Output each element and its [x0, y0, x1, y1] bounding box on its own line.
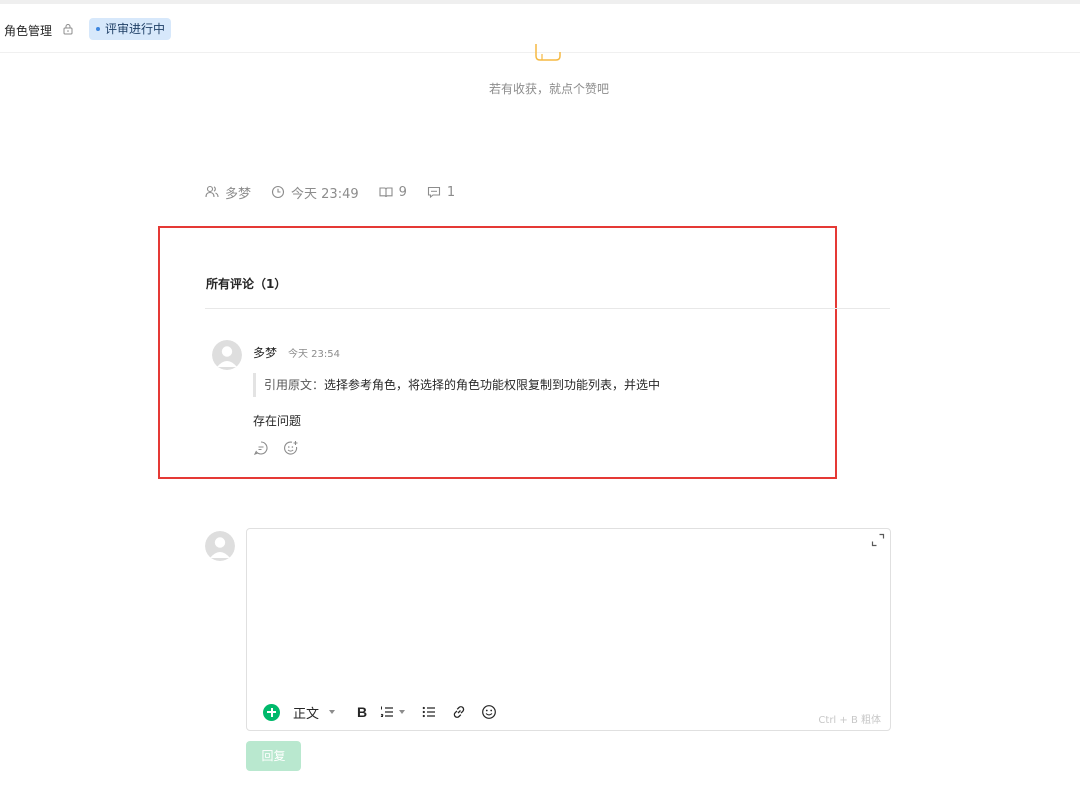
user-avatar-icon: [212, 340, 242, 370]
add-reaction-icon[interactable]: [283, 440, 299, 456]
current-user-avatar-icon: [205, 531, 235, 561]
emoji-icon[interactable]: [481, 704, 497, 720]
doc-meta: 多梦 今天 23:49 9 1: [205, 183, 475, 202]
chevron-down-icon[interactable]: [399, 710, 406, 714]
meta-author-name: 多梦: [225, 186, 252, 202]
quote-text: 选择参考角色，将选择的角色功能权限复制到功能列表，并选中: [324, 378, 661, 392]
quote-prefix: 引用原文：: [264, 378, 325, 392]
reply-icon[interactable]: [253, 440, 269, 456]
comments-divider: [205, 308, 890, 309]
book-icon: [379, 187, 393, 198]
like-tip: 若有收获，就点个赞吧: [488, 82, 609, 96]
expand-icon[interactable]: [871, 533, 885, 547]
comments-title: 所有评论（1）: [206, 277, 287, 291]
users-icon: [205, 185, 219, 198]
clock-icon: [271, 185, 285, 199]
avatar[interactable]: [212, 340, 242, 370]
chevron-down-icon[interactable]: [329, 710, 336, 714]
comment-quote[interactable]: 引用原文：选择参考角色，将选择的角色功能权限复制到功能列表，并选中: [253, 373, 660, 397]
status-badge: 评审进行中: [89, 18, 172, 40]
ordered-list-icon[interactable]: [379, 704, 395, 720]
reply-button[interactable]: 回复: [246, 741, 301, 771]
comment-time: 今天 23:54: [288, 349, 340, 360]
breadcrumb[interactable]: 角色管理: [4, 22, 52, 39]
meta-comments: 1: [427, 185, 455, 200]
comment-icon: [427, 186, 440, 199]
thumbs-up-icon[interactable]: [532, 44, 564, 62]
editor-toolbar: 正文 B: [263, 702, 497, 722]
comment-text: 存在问题: [253, 414, 302, 428]
meta-reads: 9: [379, 185, 407, 200]
comment-editor[interactable]: 正文 B Ctrl + B 粗体: [246, 528, 891, 731]
comment-author[interactable]: 多梦: [253, 344, 277, 361]
bullet-list-icon[interactable]: [421, 704, 437, 720]
link-icon[interactable]: [451, 704, 467, 720]
meta-comments-count: 1: [446, 184, 456, 200]
insert-plus-icon[interactable]: [263, 703, 280, 721]
meta-time: 今天 23:49: [271, 183, 359, 202]
avatar: [205, 531, 235, 561]
text-style-select[interactable]: 正文: [293, 703, 319, 722]
meta-author: 多梦: [205, 183, 251, 202]
comment-actions: [253, 440, 313, 456]
shortcut-hint: Ctrl + B 粗体: [818, 715, 881, 726]
lock-icon: [63, 24, 73, 35]
bold-button[interactable]: B: [357, 704, 367, 720]
meta-time-text: 今天 23:49: [291, 186, 359, 202]
meta-reads-count: 9: [398, 184, 407, 200]
